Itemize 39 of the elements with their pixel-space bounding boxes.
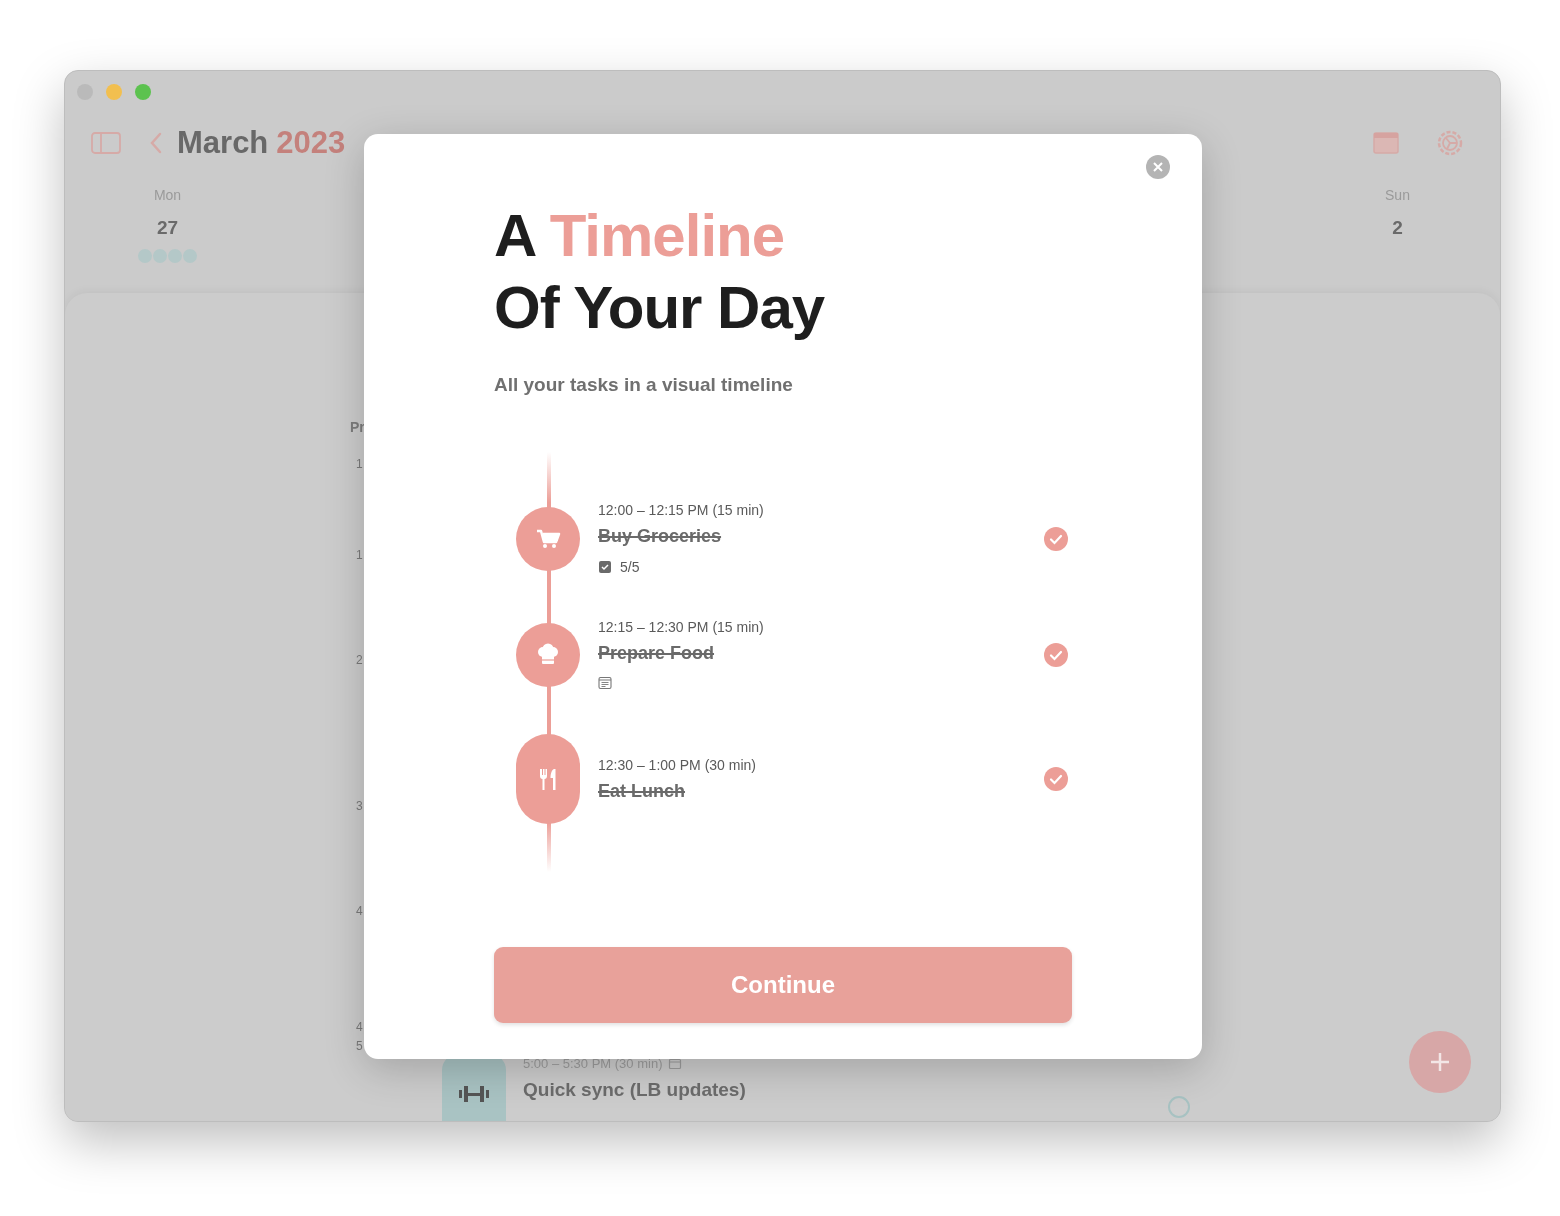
task-title: Eat Lunch — [598, 780, 686, 802]
task-title: Prepare Food — [598, 643, 716, 664]
date-label[interactable]: 27 — [156, 217, 179, 239]
hour-label: 3 — [356, 798, 363, 814]
hour-label: 1 — [356, 547, 363, 563]
back-chevron-icon[interactable] — [149, 131, 163, 155]
window-control[interactable] — [135, 84, 151, 100]
check-icon[interactable] — [1043, 525, 1069, 552]
dialog-subtitle: All your tasks in a visual timeline — [494, 374, 794, 396]
section-heading: Pr — [350, 418, 365, 436]
task-time: 12:00 – 12:15 PM (15 min) — [598, 502, 764, 518]
check-icon[interactable] — [1043, 766, 1069, 792]
dialog-title: A Timeline Of Your Day — [494, 201, 826, 343]
year-label: 2023 — [276, 125, 346, 161]
calendar-icon[interactable] — [1372, 129, 1400, 157]
hour-label: 4 — [356, 1019, 363, 1035]
settings-icon[interactable] — [1436, 129, 1464, 157]
hour-label: 4 — [356, 903, 363, 919]
task-title: Quick sync (LB updates) — [523, 1079, 746, 1101]
continue-button[interactable]: Continue — [494, 947, 1072, 1023]
close-button[interactable] — [1146, 155, 1170, 179]
close-icon — [1153, 162, 1163, 172]
hour-label: 5 — [356, 1038, 363, 1054]
hour-label: 1 — [356, 456, 363, 472]
task-checkbox[interactable] — [1168, 1096, 1190, 1118]
sidebar-icon[interactable] — [91, 131, 121, 155]
task-title: Buy Groceries — [598, 526, 723, 547]
calendar-icon — [668, 1056, 683, 1071]
check-icon[interactable] — [1043, 641, 1069, 668]
checkbox-icon — [598, 560, 612, 574]
month-label: March — [177, 125, 269, 161]
task-time: 12:30 – 1:00 PM (30 min) — [598, 756, 756, 773]
task-time: 12:15 – 12:30 PM (15 min) — [598, 619, 764, 635]
dumbbell-icon — [457, 1083, 491, 1105]
subtask-count: 5/5 — [620, 559, 640, 575]
hour-label: 2 — [356, 652, 363, 668]
window-control[interactable] — [106, 84, 122, 100]
date-label[interactable]: 2 — [1392, 217, 1403, 239]
plus-icon — [1428, 1050, 1452, 1074]
